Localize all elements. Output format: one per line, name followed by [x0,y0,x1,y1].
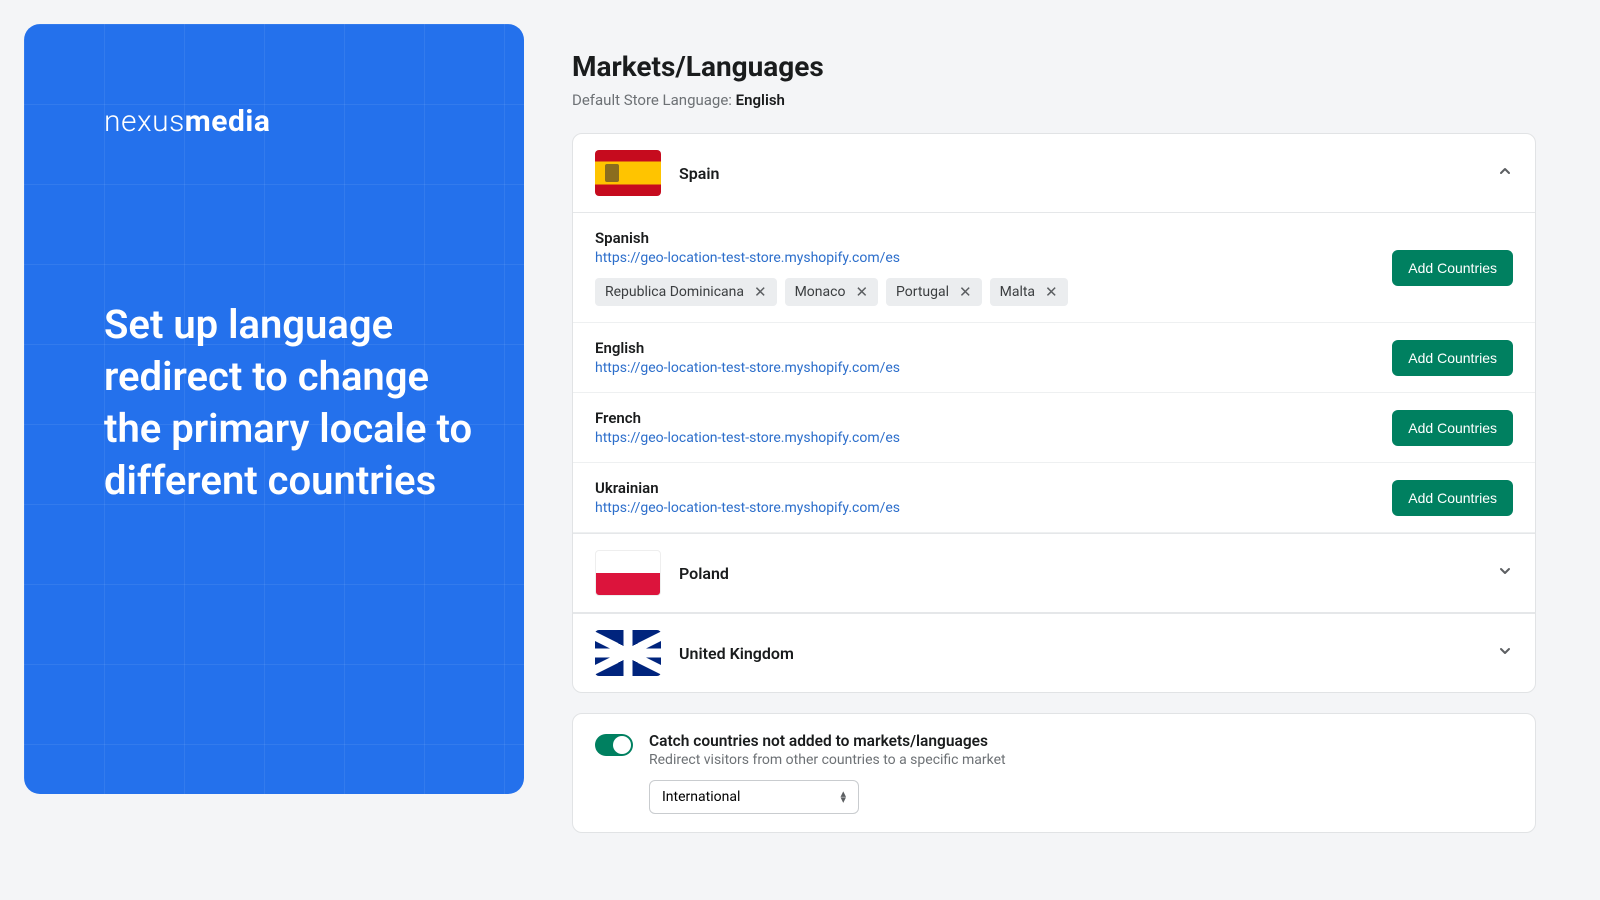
language-url-link[interactable]: https://geo-location-test-store.myshopif… [595,500,1392,516]
catch-title: Catch countries not added to markets/lan… [649,732,1006,750]
page-title: Markets/Languages [572,50,1536,83]
chevron-down-icon [1497,643,1513,663]
add-countries-button[interactable]: Add Countries [1392,340,1513,376]
market-header-uk[interactable]: United Kingdom [573,613,1535,692]
brand-light: nexus [104,104,185,139]
language-url-link[interactable]: https://geo-location-test-store.myshopif… [595,250,1392,266]
chevron-up-icon [1497,163,1513,183]
country-chip: Monaco✕ [785,278,878,306]
remove-chip-icon[interactable]: ✕ [855,285,868,300]
markets-panel: Spain Spanish https://geo-location-test-… [572,133,1536,693]
country-chip: Malta✕ [990,278,1068,306]
language-row-english: English https://geo-location-test-store.… [573,323,1535,393]
add-countries-button[interactable]: Add Countries [1392,250,1513,286]
promo-sidebar: nexusmedia Set up language redirect to c… [24,24,524,794]
promo-headline: Set up language redirect to change the p… [104,299,484,507]
catch-subtitle: Redirect visitors from other countries t… [649,752,1006,768]
catch-countries-panel: Catch countries not added to markets/lan… [572,713,1536,833]
language-url-link[interactable]: https://geo-location-test-store.myshopif… [595,360,1392,376]
select-value: International [662,789,740,805]
market-name: United Kingdom [679,644,1479,663]
language-name: English [595,339,1392,357]
country-chip: Republica Dominicana✕ [595,278,777,306]
default-language-label: Default Store Language: English [572,91,1536,109]
language-row-french: French https://geo-location-test-store.m… [573,393,1535,463]
flag-spain-icon [595,150,661,196]
add-countries-button[interactable]: Add Countries [1392,410,1513,446]
language-name: Ukrainian [595,479,1392,497]
country-chip: Portugal✕ [886,278,982,306]
flag-poland-icon [595,550,661,596]
market-header-spain[interactable]: Spain [573,134,1535,213]
chevron-down-icon [1497,563,1513,583]
market-name: Poland [679,564,1479,583]
main-content: Markets/Languages Default Store Language… [572,24,1576,876]
catch-market-select[interactable]: International ▴▾ [649,780,859,814]
catch-toggle[interactable] [595,734,633,756]
language-url-link[interactable]: https://geo-location-test-store.myshopif… [595,430,1392,446]
language-row-ukrainian: Ukrainian https://geo-location-test-stor… [573,463,1535,533]
flag-uk-icon [595,630,661,676]
select-caret-icon: ▴▾ [840,791,846,803]
brand-bold: media [185,104,271,139]
language-row-spanish: Spanish https://geo-location-test-store.… [573,213,1535,323]
market-header-poland[interactable]: Poland [573,533,1535,613]
remove-chip-icon[interactable]: ✕ [754,285,767,300]
language-name: Spanish [595,229,1392,247]
add-countries-button[interactable]: Add Countries [1392,480,1513,516]
brand-logo: nexusmedia [104,104,484,139]
remove-chip-icon[interactable]: ✕ [1045,285,1058,300]
country-chips: Republica Dominicana✕ Monaco✕ Portugal✕ … [595,278,1392,306]
remove-chip-icon[interactable]: ✕ [959,285,972,300]
market-name: Spain [679,164,1479,183]
language-name: French [595,409,1392,427]
